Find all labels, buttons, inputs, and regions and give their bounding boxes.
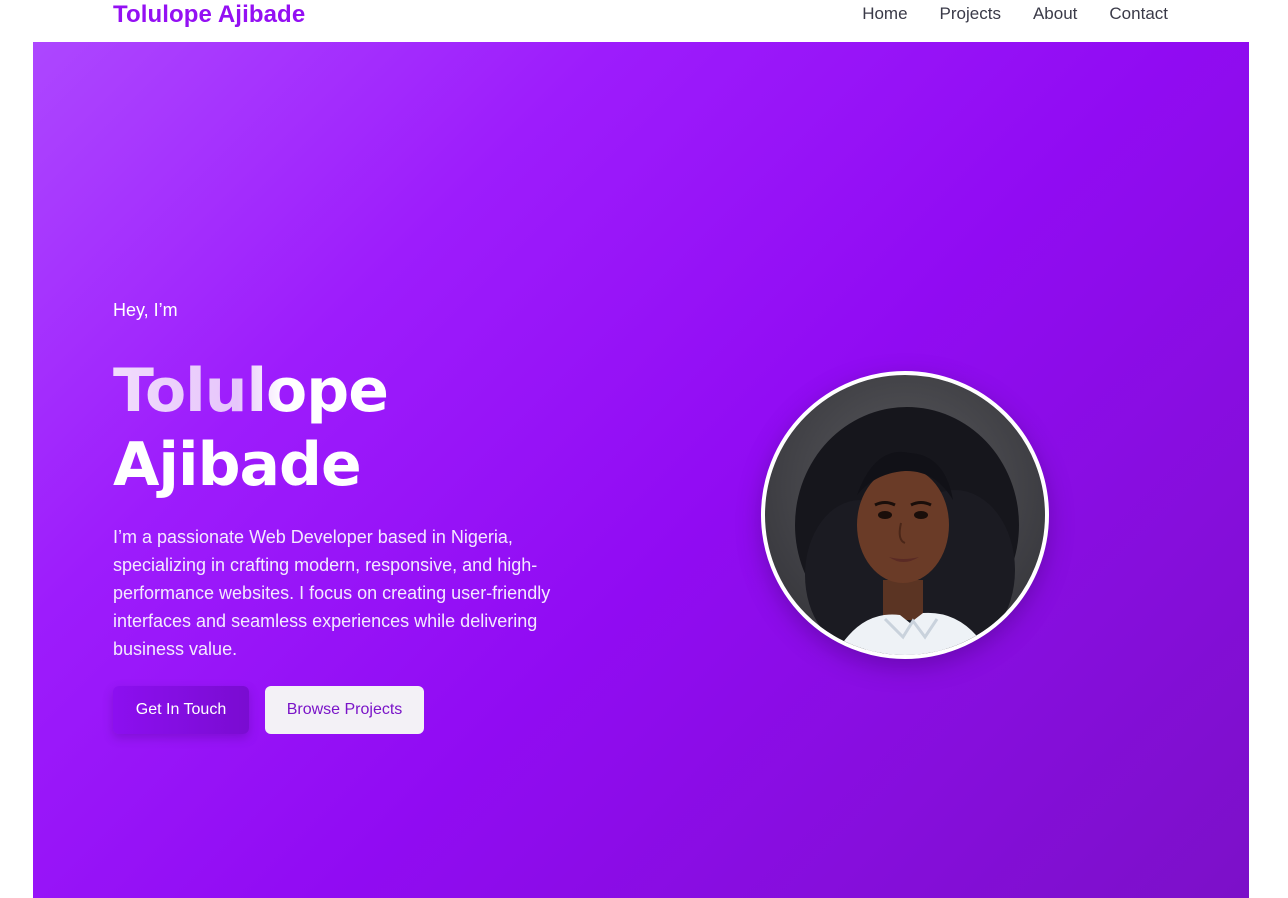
- hero-name-last: Ajibade: [113, 430, 362, 500]
- nav-link-home[interactable]: Home: [862, 4, 907, 24]
- profile-photo-icon: [795, 407, 1019, 655]
- nav-link-contact[interactable]: Contact: [1109, 4, 1168, 24]
- main-nav: Home Projects About Contact: [862, 4, 1168, 24]
- hero-name-first: Tolulope: [113, 356, 389, 426]
- hero-bio: I’m a passionate Web Developer based in …: [113, 527, 551, 659]
- hero-greeting: Hey, I’m: [113, 300, 178, 320]
- browse-projects-button[interactable]: Browse Projects: [265, 686, 424, 734]
- nav-link-about[interactable]: About: [1033, 4, 1077, 24]
- get-in-touch-button[interactable]: Get In Touch: [113, 686, 249, 734]
- brand-logo-link[interactable]: Tolulope Ajibade: [113, 1, 305, 29]
- hero-name-heading: Tolulope Ajibade: [113, 354, 389, 502]
- nav-link-projects[interactable]: Projects: [940, 4, 1001, 24]
- site-header: Tolulope Ajibade Home Projects About Con…: [0, 0, 1288, 42]
- profile-photo: [761, 371, 1049, 659]
- hero-section: Hey, I’m Tolulope Ajibade I’m a passiona…: [33, 42, 1249, 898]
